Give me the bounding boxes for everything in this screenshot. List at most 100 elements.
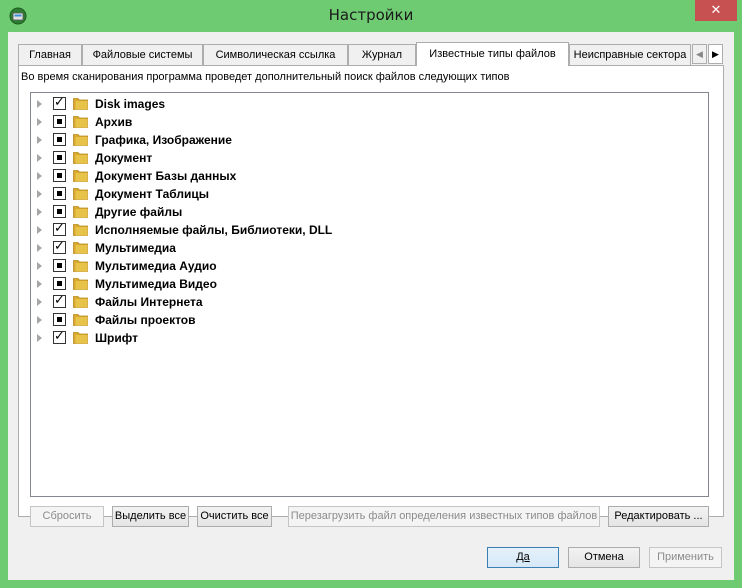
partial-check-icon: [57, 317, 62, 322]
tree-item-label: Файлы Интернета: [95, 295, 203, 309]
partial-check-icon: [57, 281, 62, 286]
tree-item[interactable]: Мультимедиа Аудио: [31, 257, 431, 275]
tree-item[interactable]: ✓ Файлы Интернета: [31, 293, 431, 311]
tree-item[interactable]: Документ Базы данных: [31, 167, 431, 185]
select-all-button[interactable]: Выделить все: [112, 506, 189, 527]
tab-bad-sectors[interactable]: Неисправные сектора: [569, 44, 691, 65]
tree-item-label: Документ Таблицы: [95, 187, 209, 201]
checkmark-icon: ✓: [54, 239, 65, 254]
expand-arrow-icon[interactable]: [37, 208, 42, 216]
tree-item[interactable]: ✓ Исполняемые файлы, Библиотеки, DLL: [31, 221, 431, 239]
reload-definitions-button[interactable]: Перезагрузить файл определения известных…: [288, 506, 600, 527]
tab-symlink[interactable]: Символическая ссылка: [203, 44, 348, 65]
folder-icon: [73, 296, 88, 308]
tab-log[interactable]: Журнал: [348, 44, 416, 65]
tree-item-checkbox[interactable]: [53, 115, 66, 128]
folder-icon: [73, 332, 88, 344]
tree-item-checkbox[interactable]: [53, 133, 66, 146]
folder-icon: [73, 170, 88, 182]
tab-scroll-right-button[interactable]: ▶: [708, 44, 723, 64]
expand-arrow-icon[interactable]: [37, 316, 42, 324]
tree-item-checkbox[interactable]: [53, 277, 66, 290]
tree-item-label: Исполняемые файлы, Библиотеки, DLL: [95, 223, 333, 237]
folder-icon: [73, 278, 88, 290]
dialog-client-area: Главная Файловые системы Символическая с…: [8, 32, 734, 580]
folder-icon: [73, 116, 88, 128]
expand-arrow-icon[interactable]: [37, 118, 42, 126]
tree-item-label: Мультимедиа Аудио: [95, 259, 217, 273]
partial-check-icon: [57, 155, 62, 160]
ok-button[interactable]: Да: [487, 547, 559, 568]
tree-item-label: Disk images: [95, 97, 166, 111]
partial-check-icon: [57, 209, 62, 214]
tree-item-checkbox[interactable]: [53, 205, 66, 218]
tab-main[interactable]: Главная: [18, 44, 82, 65]
settings-window: Настройки ✕ Главная Файловые системы Сим…: [0, 0, 742, 588]
tree-item[interactable]: ✓ Шрифт: [31, 329, 431, 347]
description-text: Во время сканирования программа проведет…: [21, 71, 510, 83]
partial-check-icon: [57, 191, 62, 196]
tab-file-systems[interactable]: Файловые системы: [82, 44, 203, 65]
expand-arrow-icon[interactable]: [37, 334, 42, 342]
tree-item-label: Мультимедиа: [95, 241, 176, 255]
tree-item[interactable]: Графика, Изображение: [31, 131, 431, 149]
tree-item-checkbox[interactable]: [53, 151, 66, 164]
tree-item-checkbox[interactable]: ✓: [53, 293, 66, 308]
tab-scroll-left-button[interactable]: ◀: [692, 44, 707, 64]
tree-item[interactable]: Документ: [31, 149, 431, 167]
checkmark-icon: ✓: [54, 221, 65, 236]
tree-item[interactable]: Мультимедиа Видео: [31, 275, 431, 293]
partial-check-icon: [57, 173, 62, 178]
folder-icon: [73, 98, 88, 110]
tree-item-checkbox[interactable]: ✓: [53, 239, 66, 254]
tree-item-checkbox[interactable]: [53, 259, 66, 272]
apply-button[interactable]: Применить: [649, 547, 722, 568]
window-title: Настройки: [328, 6, 414, 24]
tree-item-checkbox[interactable]: [53, 169, 66, 182]
expand-arrow-icon[interactable]: [37, 244, 42, 252]
tree-item-label: Шрифт: [95, 331, 138, 345]
tree-item-checkbox[interactable]: ✓: [53, 329, 66, 344]
tab-strip: Главная Файловые системы Символическая с…: [18, 42, 723, 66]
expand-arrow-icon[interactable]: [37, 154, 42, 162]
tree-item[interactable]: Другие файлы: [31, 203, 431, 221]
edit-button[interactable]: Редактировать ...: [608, 506, 709, 527]
folder-icon: [73, 206, 88, 218]
folder-icon: [73, 152, 88, 164]
tree-item[interactable]: Архив: [31, 113, 431, 131]
tree-item-label: Архив: [95, 115, 133, 129]
reset-button[interactable]: Сбросить: [30, 506, 104, 527]
clear-all-button[interactable]: Очистить все: [197, 506, 272, 527]
ok-button-label: Да: [516, 551, 530, 563]
folder-icon: [73, 188, 88, 200]
tree-item[interactable]: ✓ Disk images: [31, 95, 431, 113]
expand-arrow-icon[interactable]: [37, 136, 42, 144]
tree-item-label: Документ: [95, 151, 153, 165]
tree-item-label: Мультимедиа Видео: [95, 277, 217, 291]
expand-arrow-icon[interactable]: [37, 100, 42, 108]
tab-known-file-types[interactable]: Известные типы файлов: [416, 42, 569, 66]
tree-item-checkbox[interactable]: ✓: [53, 95, 66, 110]
tree-item-label: Графика, Изображение: [95, 133, 232, 147]
tree-item[interactable]: Документ Таблицы: [31, 185, 431, 203]
checkmark-icon: ✓: [54, 95, 65, 110]
cancel-button[interactable]: Отмена: [568, 547, 640, 568]
expand-arrow-icon[interactable]: [37, 280, 42, 288]
expand-arrow-icon[interactable]: [37, 226, 42, 234]
tree-item-checkbox[interactable]: [53, 187, 66, 200]
tree-item-checkbox[interactable]: ✓: [53, 221, 66, 236]
tree-item-checkbox[interactable]: [53, 313, 66, 326]
tree-item[interactable]: ✓ Мультимедиа: [31, 239, 431, 257]
expand-arrow-icon[interactable]: [37, 172, 42, 180]
partial-check-icon: [57, 119, 62, 124]
file-types-tree[interactable]: ✓ Disk images Архив Графика, Изображение Док…: [30, 92, 709, 497]
expand-arrow-icon[interactable]: [37, 298, 42, 306]
expand-arrow-icon[interactable]: [37, 262, 42, 270]
expand-arrow-icon[interactable]: [37, 190, 42, 198]
close-button[interactable]: ✕: [695, 0, 737, 21]
title-bar[interactable]: Настройки ✕: [0, 0, 742, 32]
folder-icon: [73, 260, 88, 272]
checkmark-icon: ✓: [54, 329, 65, 344]
checkmark-icon: ✓: [54, 293, 65, 308]
tree-item[interactable]: Файлы проектов: [31, 311, 431, 329]
